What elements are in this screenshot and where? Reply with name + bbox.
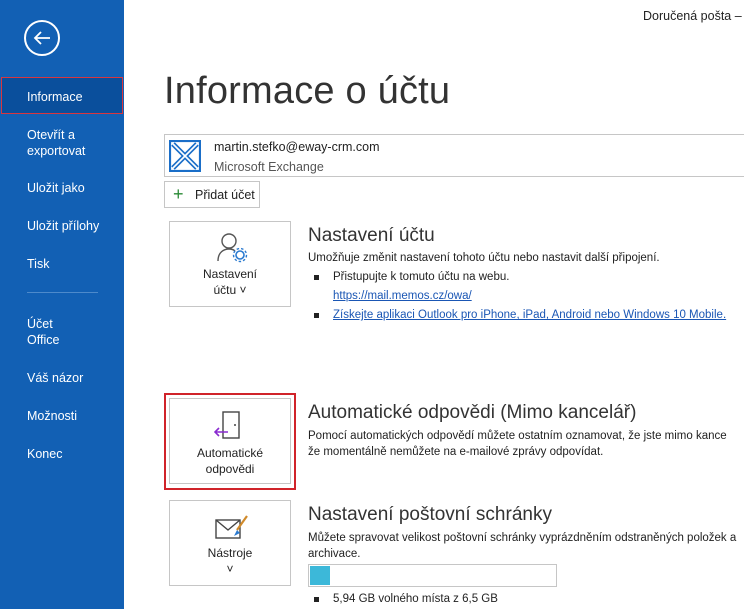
sidebar-item-print[interactable]: Tisk bbox=[0, 256, 124, 272]
window-title: Doručená pošta – bbox=[643, 9, 742, 23]
sidebar-item-open-export[interactable]: Otevřít a exportovat bbox=[0, 127, 110, 159]
tools-dropdown-caret: ˅ bbox=[226, 562, 234, 576]
sidebar-item-feedback[interactable]: Váš názor bbox=[0, 370, 124, 386]
mail-brush-icon bbox=[215, 515, 248, 539]
free-space-text: 5,94 GB volného místa z 6,5 GB bbox=[333, 593, 498, 605]
tools-tile[interactable]: Nástroje ˅ bbox=[169, 500, 291, 586]
mailbox-usage-bar bbox=[308, 564, 557, 587]
sidebar-item-exit[interactable]: Konec bbox=[0, 446, 124, 462]
account-selector[interactable]: martin.stefko@eway-crm.com Microsoft Exc… bbox=[164, 134, 744, 177]
sidebar-item-office-account[interactable]: Účet Office bbox=[0, 316, 80, 348]
bullet bbox=[314, 597, 319, 602]
mailbox-usage-fill bbox=[310, 566, 330, 585]
bullet bbox=[314, 313, 319, 318]
auto-reply-tile[interactable]: Automatické odpovědi bbox=[169, 398, 291, 484]
sidebar-divider bbox=[27, 292, 98, 293]
back-button[interactable] bbox=[24, 20, 60, 56]
sidebar-item-label: Tisk bbox=[27, 257, 50, 271]
account-settings-label-2: účtu ˅ bbox=[213, 283, 247, 297]
sidebar-item-label: Uložit jako bbox=[27, 181, 85, 195]
mailbox-desc-1: Můžete spravovat velikost poštovní schrá… bbox=[308, 532, 737, 544]
sidebar-item-label: Účet Office bbox=[27, 317, 60, 347]
sidebar-item-label: Konec bbox=[27, 447, 63, 461]
sidebar-item-save-attachments[interactable]: Uložit přílohy bbox=[0, 218, 124, 234]
sidebar-item-save-as[interactable]: Uložit jako bbox=[0, 180, 124, 196]
web-access-text: Přistupujte k tomuto účtu na webu. bbox=[333, 271, 510, 283]
sidebar-item-informace[interactable]: Informace bbox=[1, 77, 123, 114]
exchange-logo-icon bbox=[169, 140, 201, 172]
sidebar-item-label: Uložit přílohy bbox=[27, 219, 100, 233]
auto-reply-desc-1: Pomocí automatických odpovědí můžete ost… bbox=[308, 430, 727, 442]
auto-reply-label-2: odpovědi bbox=[205, 462, 255, 476]
account-settings-tile[interactable]: Nastavení účtu ˅ bbox=[169, 221, 291, 307]
mailbox-settings-title: Nastavení poštovní schránky bbox=[308, 504, 552, 525]
backstage-sidebar: Informace Otevřít a exportovat Uložit ja… bbox=[0, 0, 124, 609]
auto-reply-label: Automatické bbox=[196, 446, 264, 460]
sidebar-item-label: Informace bbox=[27, 90, 83, 104]
page-title: Informace o účtu bbox=[164, 70, 451, 112]
add-account-label: Přidat účet bbox=[195, 188, 255, 202]
account-email: martin.stefko@eway-crm.com bbox=[214, 140, 380, 154]
auto-reply-desc-2: že momentálně nemůžete na e-mailové zprá… bbox=[308, 446, 604, 458]
bullet bbox=[314, 275, 319, 280]
user-gear-icon bbox=[217, 233, 248, 263]
tools-label: Nástroje bbox=[207, 546, 253, 560]
sidebar-item-label: Váš názor bbox=[27, 371, 84, 385]
account-type: Microsoft Exchange bbox=[214, 160, 324, 174]
account-settings-title: Nastavení účtu bbox=[308, 225, 435, 246]
sidebar-item-options[interactable]: Možnosti bbox=[0, 408, 124, 424]
outlook-mobile-link[interactable]: Získejte aplikaci Outlook pro iPhone, iP… bbox=[333, 307, 726, 324]
sidebar-item-label: Otevřít a exportovat bbox=[27, 128, 86, 158]
account-settings-label: Nastavení bbox=[202, 267, 258, 281]
plus-icon: + bbox=[173, 184, 184, 204]
sidebar-item-label: Možnosti bbox=[27, 409, 78, 423]
account-settings-desc: Umožňuje změnit nastavení tohoto účtu ne… bbox=[308, 252, 660, 264]
owa-link[interactable]: https://mail.memos.cz/owa/ bbox=[333, 288, 472, 305]
add-account-button[interactable]: + Přidat účet bbox=[164, 181, 260, 208]
auto-reply-title: Automatické odpovědi (Mimo kancelář) bbox=[308, 402, 637, 423]
back-arrow-icon bbox=[33, 31, 50, 45]
mailbox-desc-2: archivace. bbox=[308, 548, 361, 560]
door-arrow-icon bbox=[214, 411, 240, 439]
